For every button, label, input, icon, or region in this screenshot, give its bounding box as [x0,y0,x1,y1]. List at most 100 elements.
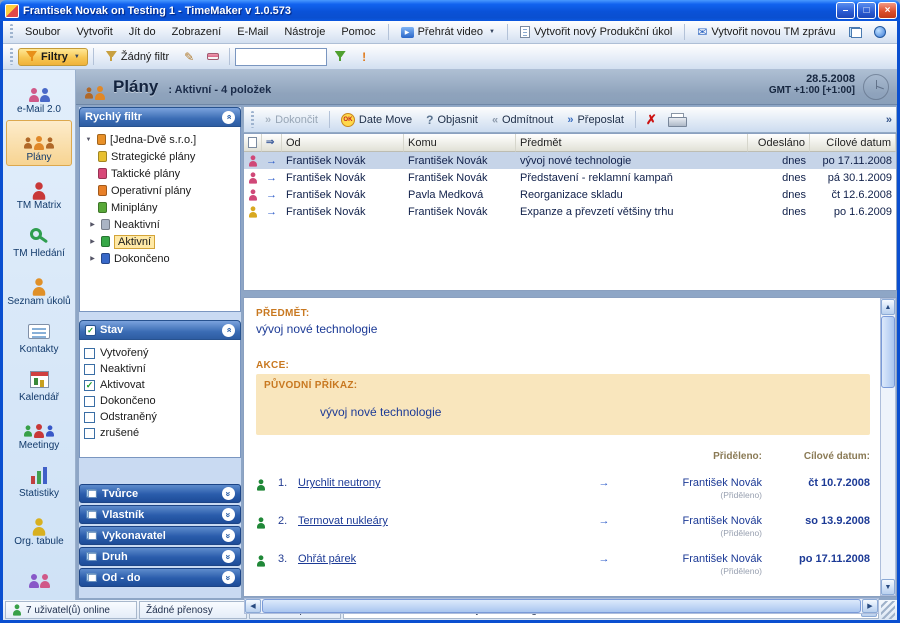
horizontal-scroll-thumb[interactable] [262,599,861,613]
vertical-scrollbar[interactable]: ▲ ▼ [880,298,896,596]
search-input[interactable] [235,48,327,66]
filters-button[interactable]: Filtry ▼ [18,48,88,66]
tree-expander-icon[interactable]: ▶ [88,255,97,262]
stav-option-zrusene[interactable]: zrušené [84,425,236,441]
menu-zobrazeni[interactable]: Zobrazení [165,23,229,41]
reject-button[interactable]: » Odmítnout [486,112,559,128]
task-link[interactable]: Ohřát párek [298,553,356,565]
col-od[interactable]: Od [282,134,404,152]
collapse-chevron-icon[interactable]: » [222,111,235,124]
maximize-button[interactable]: □ [857,2,876,19]
col-cilove-datum[interactable]: Cílové datum [810,134,896,152]
sidebar-item-org-tabule[interactable]: Org. tabule [6,504,72,550]
tree-expander-icon[interactable]: ▼ [84,137,93,143]
forward-button[interactable]: » Přeposlat [561,112,630,128]
tree-item-aktivni[interactable]: ▶ Aktivní [82,233,238,250]
panel-tvurce[interactable]: Tvůrce » [79,484,241,503]
sidebar-item-kalendar[interactable]: Kalendář [6,360,72,406]
expand-chevron-icon[interactable]: » [222,550,235,563]
menu-pomoc[interactable]: Pomoc [334,23,382,41]
expand-chevron-icon[interactable]: » [222,508,235,521]
toolbar-grip[interactable] [251,111,254,129]
minimize-button[interactable]: – [836,2,855,19]
horizontal-scrollbar[interactable]: ◀ ▶ [244,598,879,614]
stav-option-vytvoreny[interactable]: Vytvořený [84,345,236,361]
tree-item-neaktivni[interactable]: ▶ Neaktivní [82,216,238,233]
title-bar[interactable]: Frantisek Novak on Testing 1 - TimeMaker… [0,0,900,21]
quick-filter-header[interactable]: Rychlý filtr » [79,107,241,127]
sidebar-item-seznam-ukolu[interactable]: Seznam úkolů [6,264,72,310]
sidebar-item-statistiky[interactable]: Statistiky [6,456,72,502]
scroll-up-button[interactable]: ▲ [881,299,895,315]
toolbar-overflow-chevron[interactable]: » [886,114,892,126]
task-link[interactable]: Urychlit neutrony [298,477,381,489]
stav-option-neaktivni[interactable]: Neaktivní [84,361,236,377]
tree-item-miniplany[interactable]: Miniplány [82,199,238,216]
close-button[interactable]: × [878,2,897,19]
table-row[interactable]: → František Novák František Novák Expanz… [244,203,896,220]
stav-panel-header[interactable]: ✓ Stav » [79,320,241,340]
menu-nastroje[interactable]: Nástroje [277,23,332,41]
sidebar-item-tm-hledani[interactable]: TM Hledání [6,216,72,262]
toolbar-grip[interactable] [10,24,13,39]
expand-chevron-icon[interactable]: » [222,529,235,542]
toolbar-grip[interactable] [10,48,13,66]
panel-vlastnik[interactable]: Vlastník » [79,505,241,524]
checkbox[interactable] [84,412,95,423]
clear-filter-button[interactable] [202,47,224,67]
date-move-button[interactable]: OK Date Move [335,111,418,129]
play-video-button[interactable]: ▶ Přehrát video ▼ [394,23,502,41]
sidebar-item-kontakty[interactable]: Kontakty [6,312,72,358]
stav-option-odstraneny[interactable]: Odstraněný [84,409,236,425]
col-komu[interactable]: Komu [404,134,516,152]
edit-filter-button[interactable]: ✎ [178,47,200,67]
menu-vytvorit[interactable]: Vytvořit [69,23,119,41]
sidebar-item-meetingy[interactable]: Meetingy [6,408,72,454]
panel-od-do[interactable]: Od - do » [79,568,241,587]
tree-item-strategicke[interactable]: Strategické plány [82,148,238,165]
scroll-down-button[interactable]: ▼ [881,579,895,595]
resize-grip[interactable] [881,601,895,619]
sidebar-item-tm-matrix[interactable]: TM Matrix [6,168,72,214]
expand-chevron-icon[interactable]: » [222,571,235,584]
col-predmet[interactable]: Předmět [516,134,748,152]
sidebar-item-plany[interactable]: Plány [6,120,72,166]
task-row[interactable]: 3. Ohřát párek → František Novák (Přiděl… [256,553,870,576]
scroll-right-button[interactable]: ▶ [862,599,878,613]
task-link[interactable]: Termovat nukleáry [298,515,388,527]
tree-item-operativni[interactable]: Operativní plány [82,182,238,199]
menu-jit-do[interactable]: Jít do [122,23,163,41]
panel-druh[interactable]: Druh » [79,547,241,566]
collapse-chevron-icon[interactable]: » [222,324,235,337]
checkbox[interactable] [84,428,95,439]
delete-button[interactable]: ✗ [641,112,662,128]
table-row[interactable]: → František Novák František Novák vývoj … [244,152,896,169]
menu-soubor[interactable]: Soubor [18,23,67,41]
apply-filter-button[interactable] [329,47,351,67]
tree-item-takticke[interactable]: Taktické plány [82,165,238,182]
col-odeslano[interactable]: Odesláno [748,134,810,152]
clarify-button[interactable]: ? Objasnit [420,111,484,129]
globe-button[interactable] [869,22,891,42]
scroll-left-button[interactable]: ◀ [245,599,261,613]
menu-email[interactable]: E-Mail [230,23,275,41]
task-row[interactable]: 1. Urychlit neutrony → František Novák (… [256,477,870,500]
windows-stack-button[interactable] [845,22,867,42]
print-button[interactable] [668,113,685,126]
task-row[interactable]: 2. Termovat nukleáry → František Novák (… [256,515,870,538]
alert-filter-button[interactable]: ! [353,47,375,67]
expand-chevron-icon[interactable]: » [222,487,235,500]
table-row[interactable]: → František Novák Pavla Medková Reorgani… [244,186,896,203]
col-doc-icon[interactable] [244,134,262,152]
finish-button[interactable]: » Dokončit [259,112,324,128]
tree-item-company[interactable]: ▼ [Jedna-Dvě s.r.o.] [82,131,238,148]
tree-expander-icon[interactable]: ▶ [88,221,97,228]
col-arrow-icon[interactable]: ⇒ [262,134,282,152]
checkbox[interactable] [84,348,95,359]
new-production-task-button[interactable]: Vytvořit nový Produkční úkol [513,23,679,41]
new-tm-message-button[interactable]: ✉ Vytvořit novou TM zprávu [690,23,842,41]
stav-option-dokonceno[interactable]: Dokončeno [84,393,236,409]
checkbox[interactable]: ✓ [84,380,95,391]
checkbox[interactable] [84,396,95,407]
checkbox[interactable] [84,364,95,375]
